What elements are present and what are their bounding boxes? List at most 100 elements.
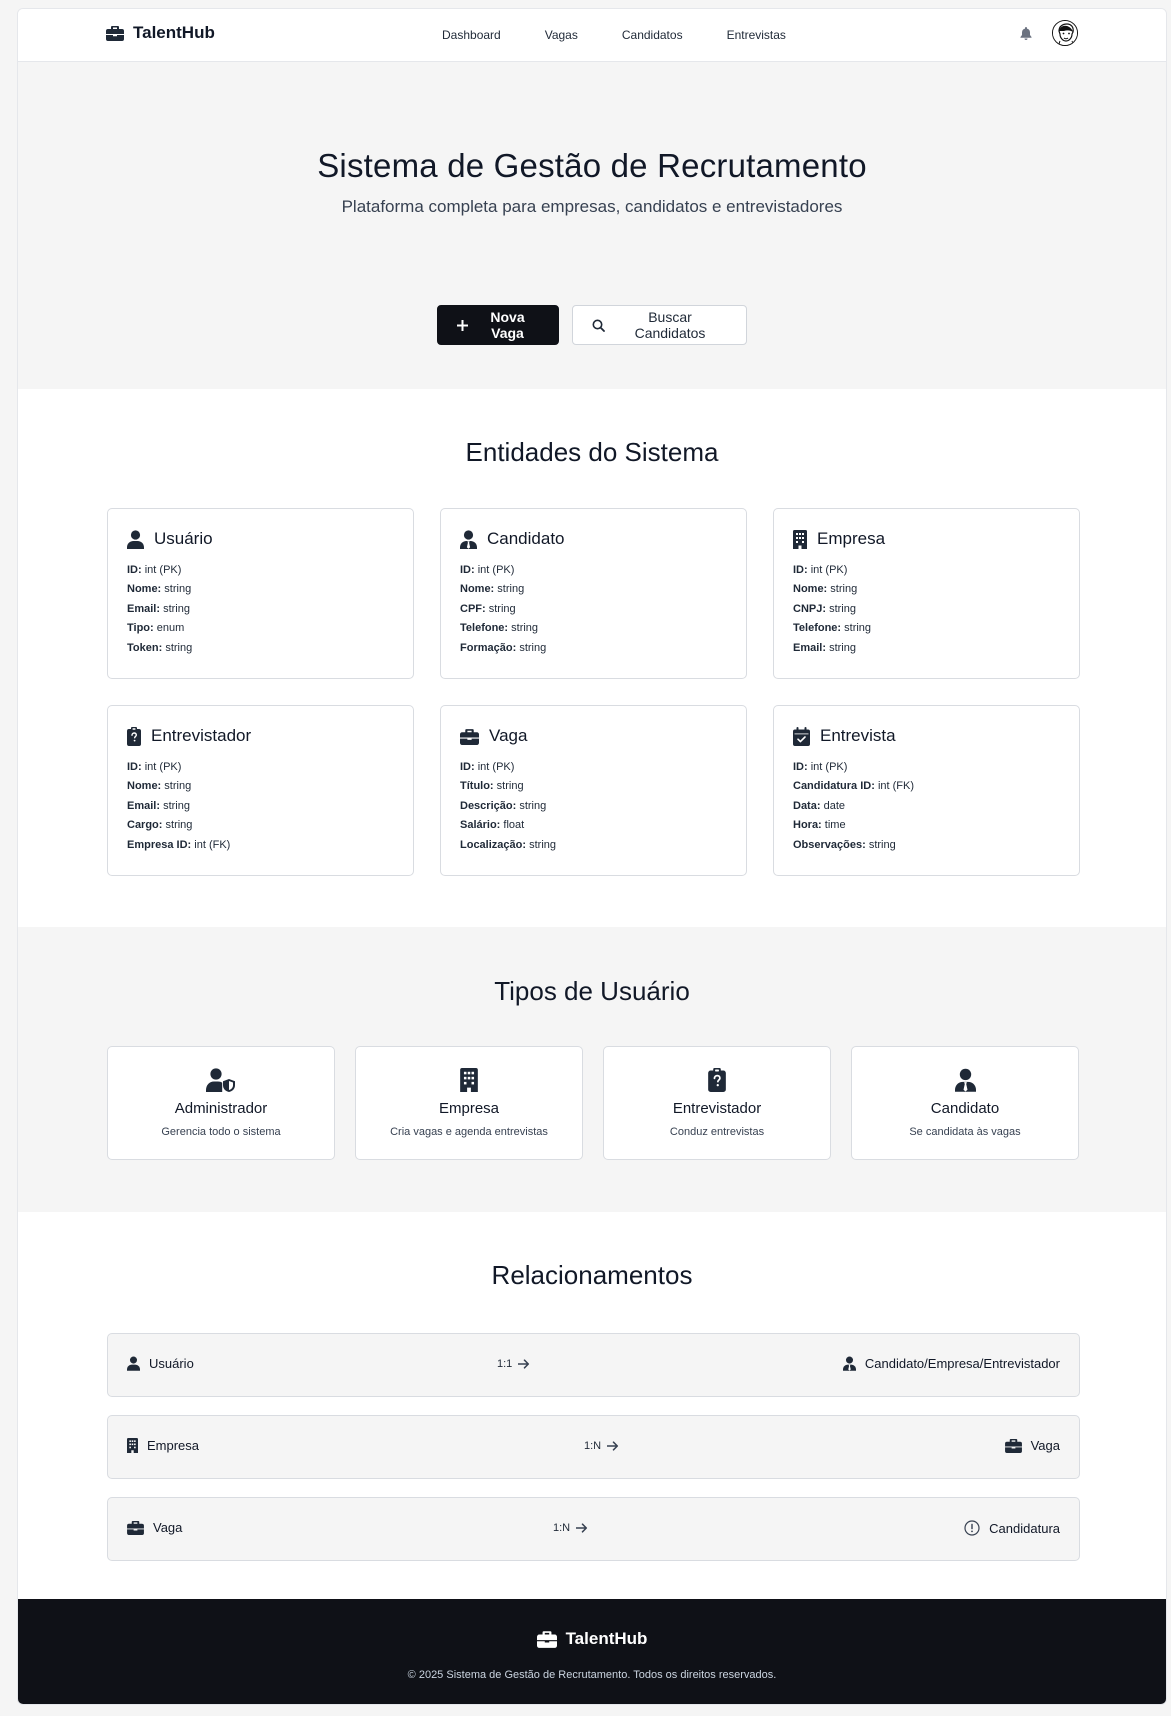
calendar-check-icon — [793, 726, 810, 746]
hero-subtitle: Plataforma completa para empresas, candi… — [341, 197, 843, 216]
building-icon — [127, 1438, 138, 1453]
entity-field: ID: int (PK) — [793, 761, 848, 773]
relations-section: Relacionamentos Usuário 1:1 Candidato/Em… — [18, 1212, 1166, 1610]
avatar[interactable] — [1052, 20, 1078, 46]
entity-field: CNPJ: string — [793, 602, 856, 615]
nav-link-dashboard[interactable]: Dashboard — [442, 28, 501, 42]
entity-field: Observações: string — [793, 838, 896, 851]
entity-field: Nome: string — [460, 583, 525, 596]
new-job-button-label: Nova Vaga — [490, 309, 525, 341]
building-icon — [460, 1068, 478, 1092]
entity-card-entrevistador: Entrevistador ID: int (PK) Nome: string … — [107, 705, 414, 876]
entity-title: Candidato — [487, 529, 565, 548]
nav-actions — [1020, 20, 1078, 46]
entity-title: Empresa — [817, 529, 886, 548]
entity-field: Formação: string — [460, 641, 547, 654]
entity-field: Email: string — [127, 799, 190, 812]
entity-field: Salário: float — [460, 819, 525, 832]
entity-field: Data: date — [793, 799, 845, 812]
entity-field: Nome: string — [793, 583, 858, 596]
entity-field: ID: int (PK) — [127, 564, 182, 576]
user-type-card-entrevistador[interactable]: Entrevistador Conduz entrevistas — [603, 1046, 831, 1160]
entity-title: Usuário — [154, 529, 213, 548]
brand-logo[interactable]: TalentHub — [106, 23, 215, 43]
briefcase-icon — [536, 1630, 557, 1648]
user-type-title: Entrevistador — [672, 1100, 762, 1117]
exclamation-circle-icon — [964, 1520, 980, 1536]
hero-title: Sistema de Gestão de Recrutamento — [317, 147, 867, 184]
user-type-title: Administrador — [174, 1100, 268, 1117]
relation-row-empresa: Empresa 1:N Vaga — [107, 1415, 1080, 1479]
user-shield-icon — [206, 1068, 236, 1092]
entity-field: Email: string — [793, 641, 856, 654]
user-tie-icon — [842, 1356, 856, 1371]
entity-field: Tipo: enum — [127, 622, 185, 635]
user-types-grid: Administrador Gerencia todo o sistema Em… — [107, 1046, 1079, 1160]
entity-field: CPF: string — [460, 602, 516, 615]
footer-brand-name: TalentHub — [565, 1629, 648, 1648]
entity-field: Hora: time — [793, 819, 846, 832]
nav-link-candidatos[interactable]: Candidatos — [622, 28, 683, 42]
relation-right-label: Candidatura — [989, 1520, 1060, 1536]
entities-title: Entidades do Sistema — [465, 437, 719, 467]
entity-field: ID: int (PK) — [793, 564, 848, 576]
nav-link-vagas[interactable]: Vagas — [545, 28, 578, 42]
hero-section: Sistema de Gestão de Recrutamento Plataf… — [18, 62, 1166, 389]
user-type-card-candidato[interactable]: Candidato Se candidata às vagas — [851, 1046, 1079, 1160]
hero-actions: Nova Vaga Buscar Candidatos — [18, 305, 1166, 345]
entity-field: ID: int (PK) — [460, 761, 515, 773]
relation-cardinality: 1:1 — [497, 1358, 513, 1370]
brand-name: TalentHub — [133, 23, 215, 42]
relation-row-vaga: Vaga 1:N Candidatura — [107, 1497, 1080, 1561]
building-icon — [793, 529, 807, 549]
entity-field: Nome: string — [127, 780, 192, 793]
briefcase-icon — [1004, 1438, 1022, 1453]
entity-card-entrevista: Entrevista ID: int (PK) Candidatura ID: … — [773, 705, 1080, 876]
entity-title: Entrevistador — [151, 726, 252, 745]
entity-field: Email: string — [127, 602, 190, 615]
search-candidates-button-label: Buscar Candidatos — [634, 309, 706, 341]
user-type-title: Empresa — [438, 1100, 500, 1117]
arrow-right-icon — [576, 1523, 588, 1533]
relation-left-label: Vaga — [153, 1520, 183, 1535]
entity-field: Token: string — [127, 641, 193, 654]
top-navbar: TalentHub Dashboard Vagas Candidatos Ent… — [18, 9, 1166, 62]
user-icon — [127, 1356, 140, 1371]
user-type-card-empresa[interactable]: Empresa Cria vagas e agenda entrevistas — [355, 1046, 583, 1160]
entity-field: ID: int (PK) — [460, 564, 515, 576]
user-tie-icon — [460, 529, 477, 549]
plus-icon — [457, 319, 468, 331]
user-type-card-administrador[interactable]: Administrador Gerencia todo o sistema — [107, 1046, 335, 1160]
entity-field: Telefone: string — [460, 622, 539, 635]
nav-link-entrevistas[interactable]: Entrevistas — [727, 28, 786, 42]
footer-copyright: © 2025 Sistema de Gestão de Recrutamento… — [407, 1669, 777, 1681]
bell-icon[interactable] — [1020, 26, 1032, 40]
user-tie-icon — [954, 1068, 976, 1092]
entity-field: Nome: string — [127, 583, 192, 596]
briefcase-icon — [106, 25, 124, 41]
entity-field: Cargo: string — [127, 819, 193, 832]
new-job-button[interactable]: Nova Vaga — [437, 305, 559, 345]
user-type-desc: Gerencia todo o sistema — [161, 1126, 281, 1138]
entity-field: Título: string — [460, 780, 524, 793]
user-icon — [127, 529, 144, 549]
search-candidates-button[interactable]: Buscar Candidatos — [572, 305, 747, 345]
clipboard-question-icon — [127, 726, 141, 746]
entities-grid: Usuário ID: int (PK) Nome: string Email:… — [107, 508, 1080, 876]
entity-field: Localização: string — [460, 838, 556, 851]
user-type-desc: Conduz entrevistas — [669, 1126, 765, 1138]
search-icon — [592, 319, 605, 332]
relation-left-label: Usuário — [149, 1356, 194, 1371]
relation-cardinality: 1:N — [584, 1440, 602, 1452]
relation-cardinality: 1:N — [553, 1522, 571, 1534]
user-type-desc: Cria vagas e agenda entrevistas — [390, 1126, 548, 1138]
entity-card-empresa: Empresa ID: int (PK) Nome: string CNPJ: … — [773, 508, 1080, 679]
relation-left-label: Empresa — [147, 1438, 200, 1453]
entity-field: Telefone: string — [793, 622, 872, 635]
user-types-title: Tipos de Usuário — [494, 976, 690, 1006]
user-type-desc: Se candidata às vagas — [909, 1126, 1021, 1138]
nav-links: Dashboard Vagas Candidatos Entrevistas — [442, 28, 830, 42]
entity-card-candidato: Candidato ID: int (PK) Nome: string CPF:… — [440, 508, 747, 679]
entity-field: Candidatura ID: int (FK) — [793, 780, 915, 793]
entity-field: ID: int (PK) — [127, 761, 182, 773]
